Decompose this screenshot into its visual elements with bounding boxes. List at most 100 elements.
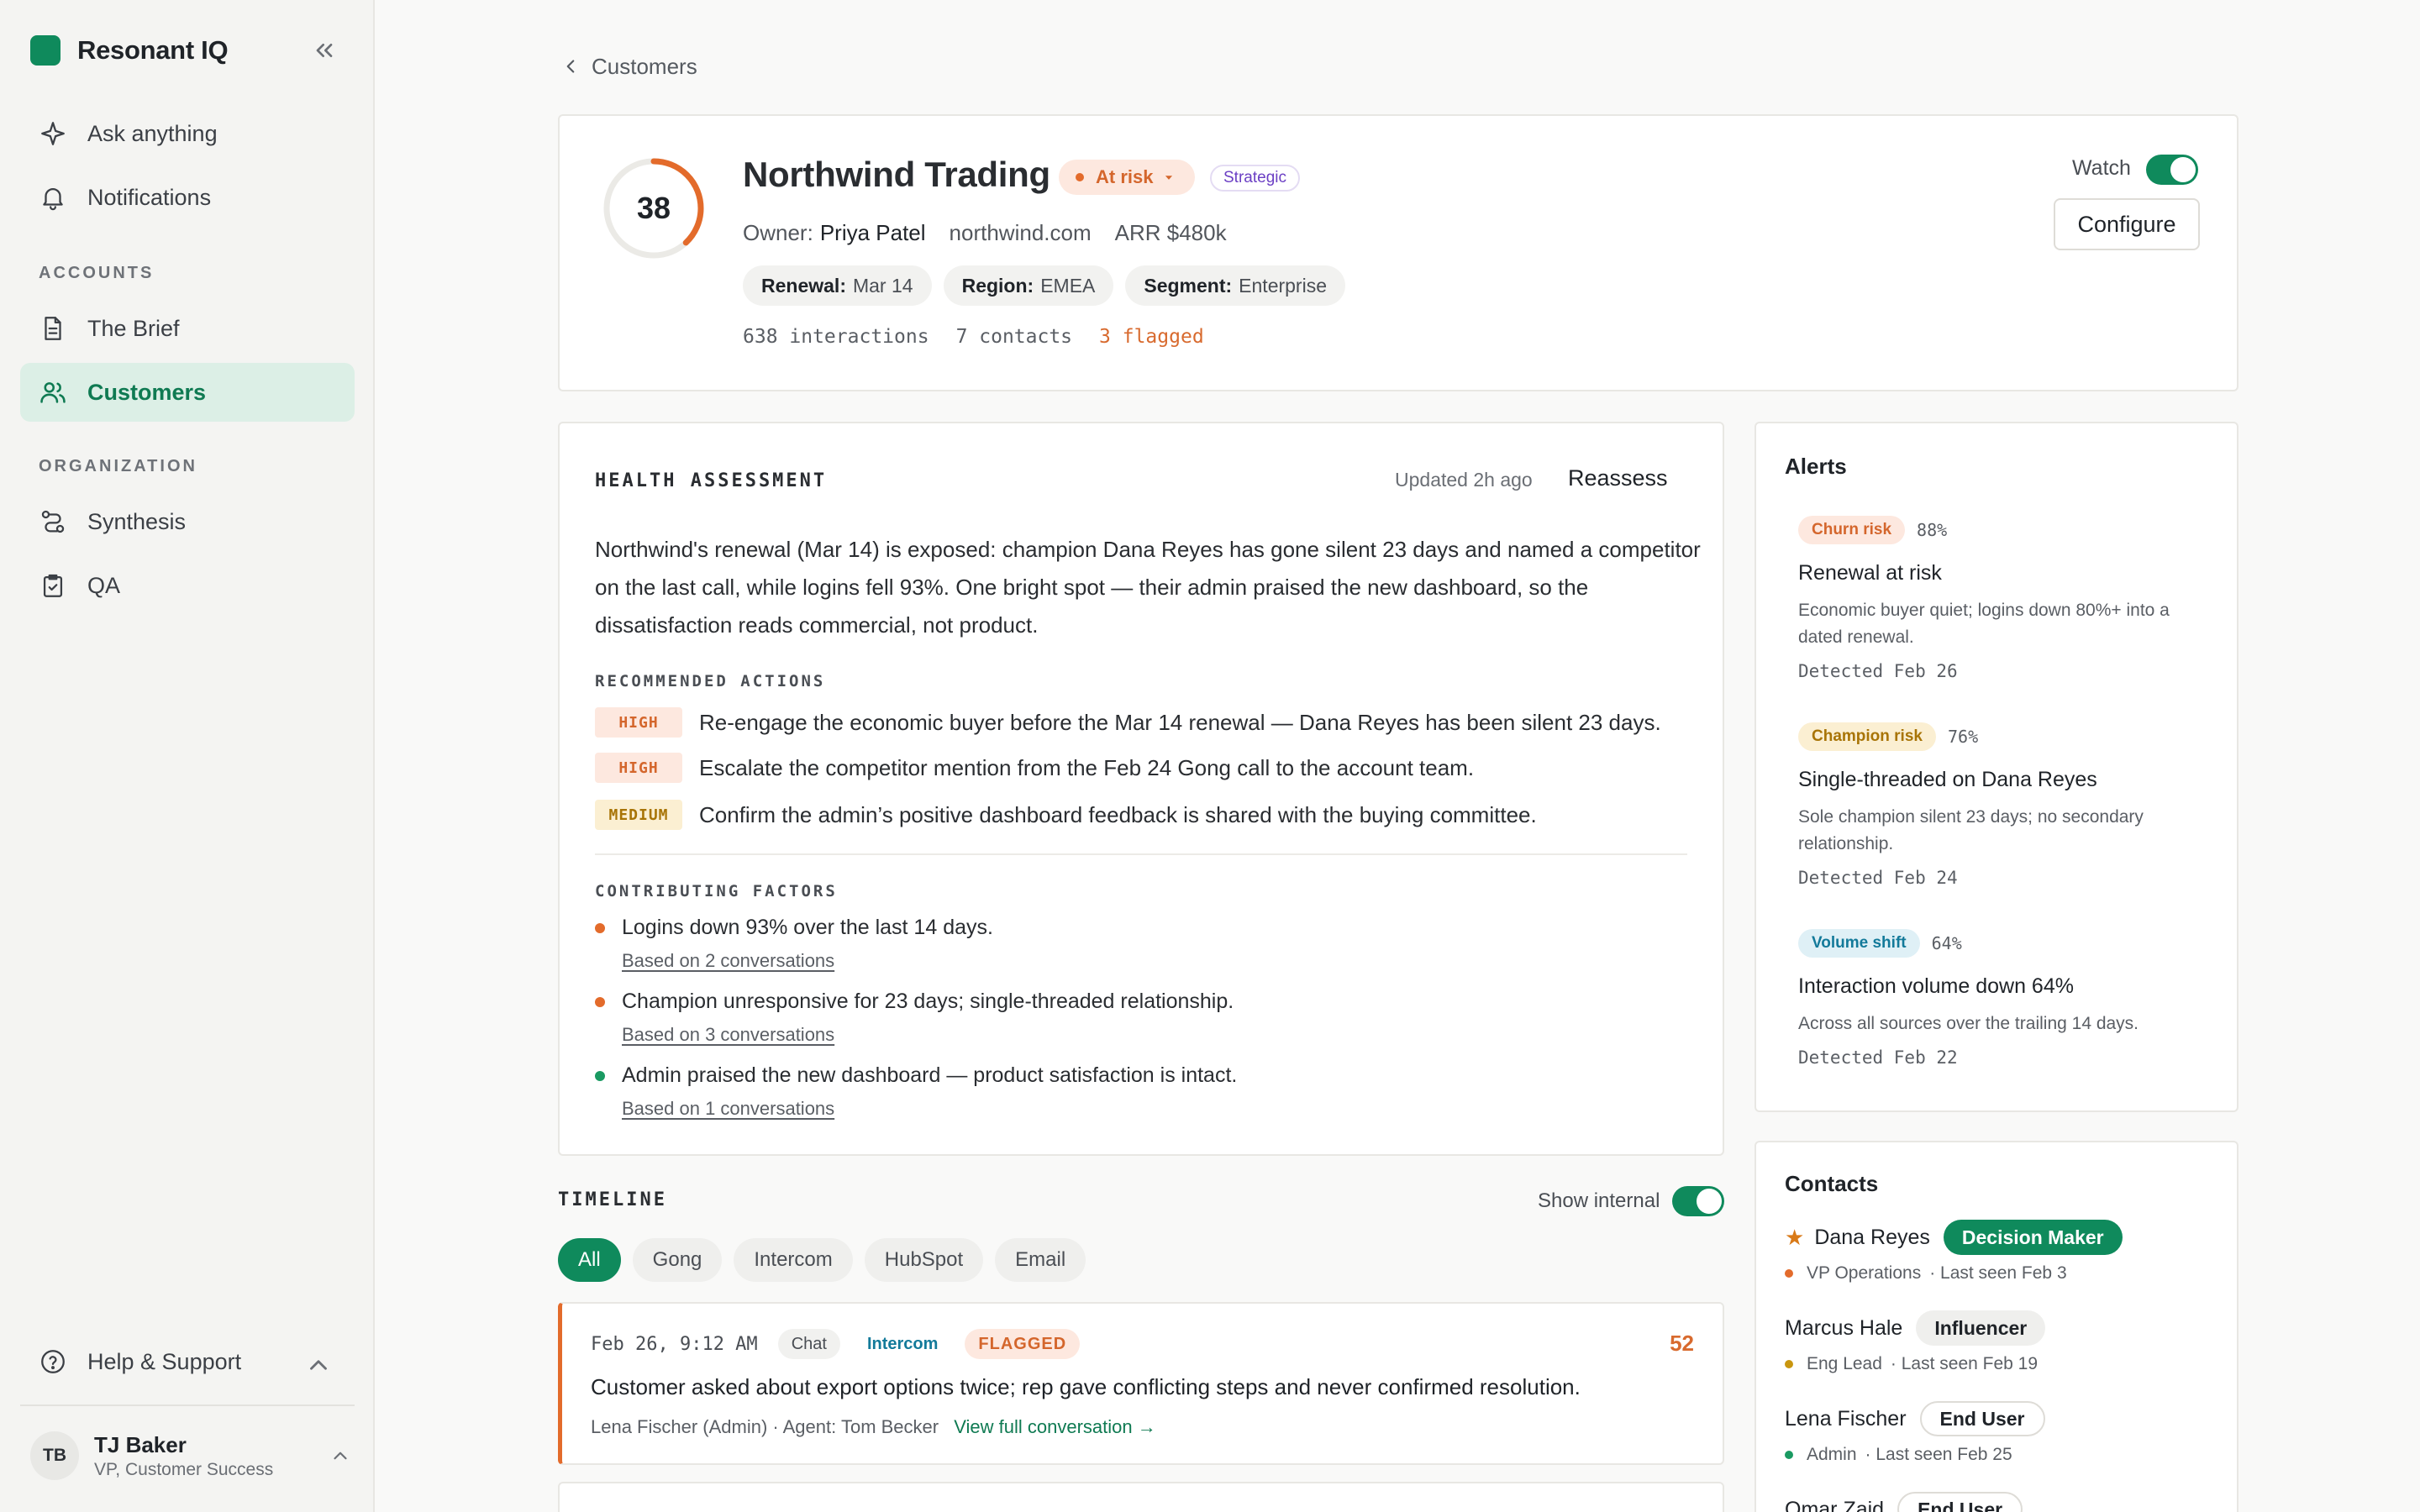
- region-chip: Region: EMEA: [943, 265, 1114, 306]
- chip-key: Renewal:: [761, 274, 846, 297]
- sidebar-item-synthesis[interactable]: Synthesis: [20, 492, 355, 551]
- event-time: Feb 26, 9:12 AM: [591, 1333, 758, 1355]
- factor-source-link[interactable]: Based on 2 conversations: [622, 950, 993, 972]
- show-internal-toggle[interactable]: [1672, 1186, 1724, 1216]
- status-dropdown[interactable]: At risk: [1059, 160, 1196, 195]
- chevron-left-icon: [566, 60, 575, 73]
- alert-title: Interaction volume down 64%: [1798, 974, 2074, 998]
- health-score-value: 38: [636, 191, 671, 225]
- contact-sentiment-dot: [1785, 1269, 1793, 1278]
- show-internal-label: Show internal: [1538, 1189, 1660, 1212]
- owner-label: Owner:: [743, 220, 813, 245]
- contact-name: Lena Fischer: [1785, 1406, 1907, 1431]
- contact-role-badge: Influencer: [1916, 1310, 2046, 1346]
- alert-confidence: 64%: [1931, 933, 1962, 953]
- sidebar-item-customers[interactable]: Customers: [20, 363, 355, 422]
- factor-text: Champion unresponsive for 23 days; singl…: [622, 990, 1234, 1013]
- factor-text: Logins down 93% over the last 14 days.: [622, 916, 993, 939]
- user-menu[interactable]: TB TJ Baker VP, Customer Success: [30, 1428, 355, 1483]
- contact-name: Marcus Hale: [1785, 1315, 1903, 1340]
- flagged-count[interactable]: 3 flagged: [1099, 326, 1204, 348]
- tab-intercom[interactable]: Intercom: [734, 1238, 853, 1282]
- timeline-event[interactable]: [558, 1482, 1724, 1512]
- interactions-count: 638 interactions: [743, 326, 929, 348]
- factor-item: Logins down 93% over the last 14 days. B…: [595, 916, 993, 972]
- sidebar-item-label: Ask anything: [87, 120, 218, 146]
- sidebar-item-notifications[interactable]: Notifications: [20, 168, 355, 227]
- alert-item[interactable]: Churn risk 88% Renewal at risk Economic …: [1798, 516, 2210, 681]
- health-assessment-card: HEALTH ASSESSMENT Updated 2h ago Reasses…: [558, 422, 1724, 1156]
- avatar: TB: [30, 1431, 79, 1480]
- chip-key: Region:: [961, 274, 1034, 297]
- contact-name: Dana Reyes: [1814, 1225, 1930, 1249]
- contact-row[interactable]: ★ Dana Reyes Decision Maker VP Operation…: [1785, 1220, 2222, 1284]
- alert-detected: Detected Feb 24: [1798, 868, 1958, 888]
- contact-sub: Eng Lead · Last seen Feb 19: [1785, 1354, 2222, 1374]
- timeline-event[interactable]: Feb 26, 9:12 AM Chat Intercom FLAGGED 52…: [558, 1302, 1724, 1465]
- event-meta: Lena Fischer (Admin) · Agent: Tom Becker…: [591, 1416, 1156, 1438]
- contact-last-seen: · Last seen Feb 25: [1865, 1445, 2012, 1464]
- tab-hubspot[interactable]: HubSpot: [864, 1238, 984, 1282]
- sidebar-item-ask-anything[interactable]: Ask anything: [20, 104, 355, 163]
- status-label: At risk: [1096, 166, 1154, 187]
- route-icon: [41, 510, 65, 533]
- sidebar-item-the-brief[interactable]: The Brief: [20, 299, 355, 358]
- contact-row[interactable]: Lena Fischer End User Admin · Last seen …: [1785, 1401, 2222, 1465]
- view-conversation-link[interactable]: View full conversation →: [954, 1416, 1156, 1437]
- watch-toggle[interactable]: [2146, 155, 2198, 185]
- nav-section-accounts: ACCOUNTS: [39, 264, 155, 282]
- alert-item[interactable]: Volume shift 64% Interaction volume down…: [1798, 929, 2210, 1068]
- action-text: Escalate the competitor mention from the…: [699, 754, 1475, 780]
- contact-title: Admin: [1807, 1445, 1857, 1464]
- contact-sentiment-dot: [1785, 1451, 1793, 1459]
- factor-dot: [595, 996, 605, 1007]
- alert-top: Champion risk 76%: [1798, 722, 2210, 751]
- contacts-count: 7 contacts: [955, 326, 1073, 348]
- alert-tag: Churn risk: [1798, 516, 1906, 544]
- event-type-tag: Chat: [777, 1329, 840, 1359]
- contact-row[interactable]: Omar Zaid End User: [1785, 1492, 2222, 1512]
- timeline-title: TIMELINE: [558, 1189, 667, 1210]
- contact-sub: Admin · Last seen Feb 25: [1785, 1445, 2222, 1465]
- collapse-sidebar-icon[interactable]: [311, 37, 338, 64]
- tab-all[interactable]: All: [558, 1238, 621, 1282]
- alert-title: Renewal at risk: [1798, 561, 1942, 585]
- action-item: MEDIUM Confirm the admin’s positive dash…: [595, 798, 1537, 832]
- brand[interactable]: Resonant IQ: [30, 35, 229, 66]
- chip-value: Enterprise: [1239, 274, 1327, 297]
- tab-gong[interactable]: Gong: [632, 1238, 723, 1282]
- reassess-button[interactable]: Reassess: [1568, 465, 1668, 491]
- champion-star-icon: ★: [1785, 1224, 1805, 1250]
- contact-row[interactable]: Marcus Hale Influencer Eng Lead · Last s…: [1785, 1310, 2222, 1374]
- alert-detected: Detected Feb 22: [1798, 1047, 1958, 1068]
- account-meta: Owner: Priya Patel northwind.com ARR $480…: [743, 220, 1250, 246]
- contact-title: Eng Lead: [1807, 1354, 1882, 1373]
- sidebar-item-qa[interactable]: QA: [20, 556, 355, 615]
- chevron-up-icon: [310, 1360, 327, 1370]
- configure-button[interactable]: Configure: [2054, 198, 2200, 250]
- contacts-title: Contacts: [1785, 1171, 1879, 1196]
- sparkle-icon: [41, 122, 65, 145]
- contact-role-badge: End User: [1897, 1492, 2023, 1512]
- event-participants: Lena Fischer (Admin) · Agent: Tom Becker: [591, 1416, 939, 1437]
- nav-section-organization: ORGANIZATION: [39, 457, 197, 475]
- help-support-menu[interactable]: Help & Support: [20, 1332, 355, 1391]
- breadcrumb-label: Customers: [592, 53, 697, 79]
- factor-source-link[interactable]: Based on 1 conversations: [622, 1098, 1237, 1120]
- sidebar-item-label: Synthesis: [87, 508, 187, 534]
- clipboard-check-icon: [43, 574, 63, 597]
- breadcrumb[interactable]: Customers: [560, 52, 697, 81]
- factor-source-link[interactable]: Based on 3 conversations: [622, 1024, 1234, 1046]
- tab-email[interactable]: Email: [995, 1238, 1086, 1282]
- alert-top: Volume shift 64%: [1798, 929, 2210, 958]
- contact-last-seen: · Last seen Feb 19: [1890, 1354, 2039, 1373]
- sidebar-item-label: Customers: [87, 379, 207, 405]
- alert-item[interactable]: Champion risk 76% Single-threaded on Dan…: [1798, 722, 2210, 888]
- user-name: TJ Baker: [94, 1431, 187, 1457]
- section-divider: [595, 853, 1687, 855]
- help-support-label: Help & Support: [87, 1348, 242, 1374]
- chip-key: Segment:: [1144, 274, 1233, 297]
- brand-logo: [30, 35, 60, 66]
- factor-text: Admin praised the new dashboard — produc…: [622, 1063, 1238, 1087]
- bell-icon: [43, 188, 63, 211]
